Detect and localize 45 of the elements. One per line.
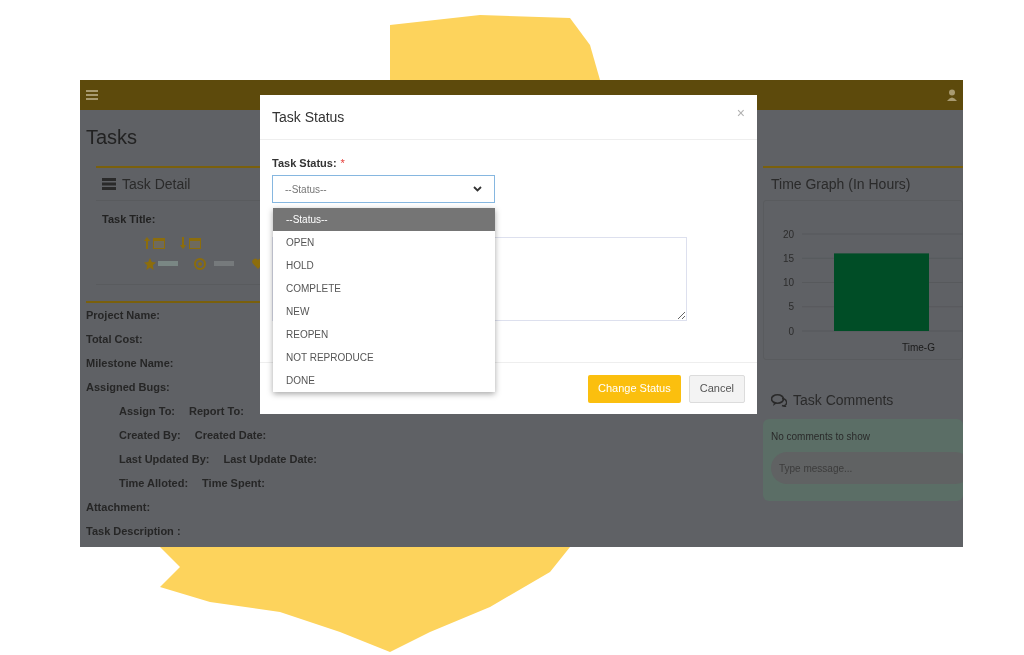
axis-category-label: Time-G: [902, 342, 935, 353]
empty-message: No comments to show: [771, 430, 871, 444]
dropdown-option[interactable]: REOPEN: [273, 323, 495, 346]
section-title: Task Detail: [122, 174, 191, 194]
status-select[interactable]: --Status--: [272, 175, 495, 203]
placeholder-bar: [214, 261, 234, 266]
dropdown-option[interactable]: OPEN: [273, 231, 495, 254]
field-label: Report To:: [189, 403, 244, 419]
field-label: Created Date:: [194, 427, 267, 443]
chat-icon: [771, 394, 787, 407]
field-label: Total Cost:: [86, 331, 143, 347]
user-icon[interactable]: [947, 89, 957, 101]
field-label: Time Spent:: [202, 475, 265, 491]
field-label: Task Title:: [102, 212, 156, 227]
dialog-title: Task Status: [272, 107, 345, 127]
dropdown-option[interactable]: NEW: [273, 300, 495, 323]
star-icon: [144, 257, 156, 270]
field-label: Time Alloted:: [119, 475, 189, 491]
field-label: Last Updated By:: [119, 451, 210, 467]
list-icon: [102, 178, 116, 190]
field-label: Task Status:: [272, 156, 337, 171]
menu-icon[interactable]: [86, 90, 98, 100]
dropdown-option[interactable]: HOLD: [273, 254, 495, 277]
target-icon: [194, 257, 206, 270]
dropdown-option[interactable]: DONE: [273, 369, 495, 392]
dropdown-option[interactable]: COMPLETE: [273, 277, 495, 300]
arrow-up-calendar-icon: [144, 235, 166, 250]
field-label: Assign To:: [119, 403, 175, 419]
section-title: Time Graph (In Hours): [770, 175, 912, 194]
required-mark: *: [340, 156, 345, 171]
cancel-button[interactable]: Cancel: [688, 374, 745, 403]
field-label: Created By:: [119, 427, 181, 443]
field-label: Project Name:: [86, 307, 160, 323]
field-label: Assigned Bugs:: [86, 379, 170, 395]
field-label: Milestone Name:: [86, 355, 174, 371]
field-label: Attachment:: [86, 499, 151, 515]
chevron-down-icon: [473, 186, 482, 192]
arrow-down-calendar-icon: [180, 235, 202, 250]
dropdown-option[interactable]: NOT REPRODUCE: [273, 346, 495, 369]
section-title: Task Comments: [793, 391, 894, 410]
placeholder-bar: [158, 261, 178, 266]
dropdown-option[interactable]: --Status--: [273, 208, 495, 231]
page-title: Tasks: [86, 126, 138, 148]
field-label: Last Update Date:: [223, 451, 317, 467]
field-label: Task Description :: [86, 523, 181, 539]
